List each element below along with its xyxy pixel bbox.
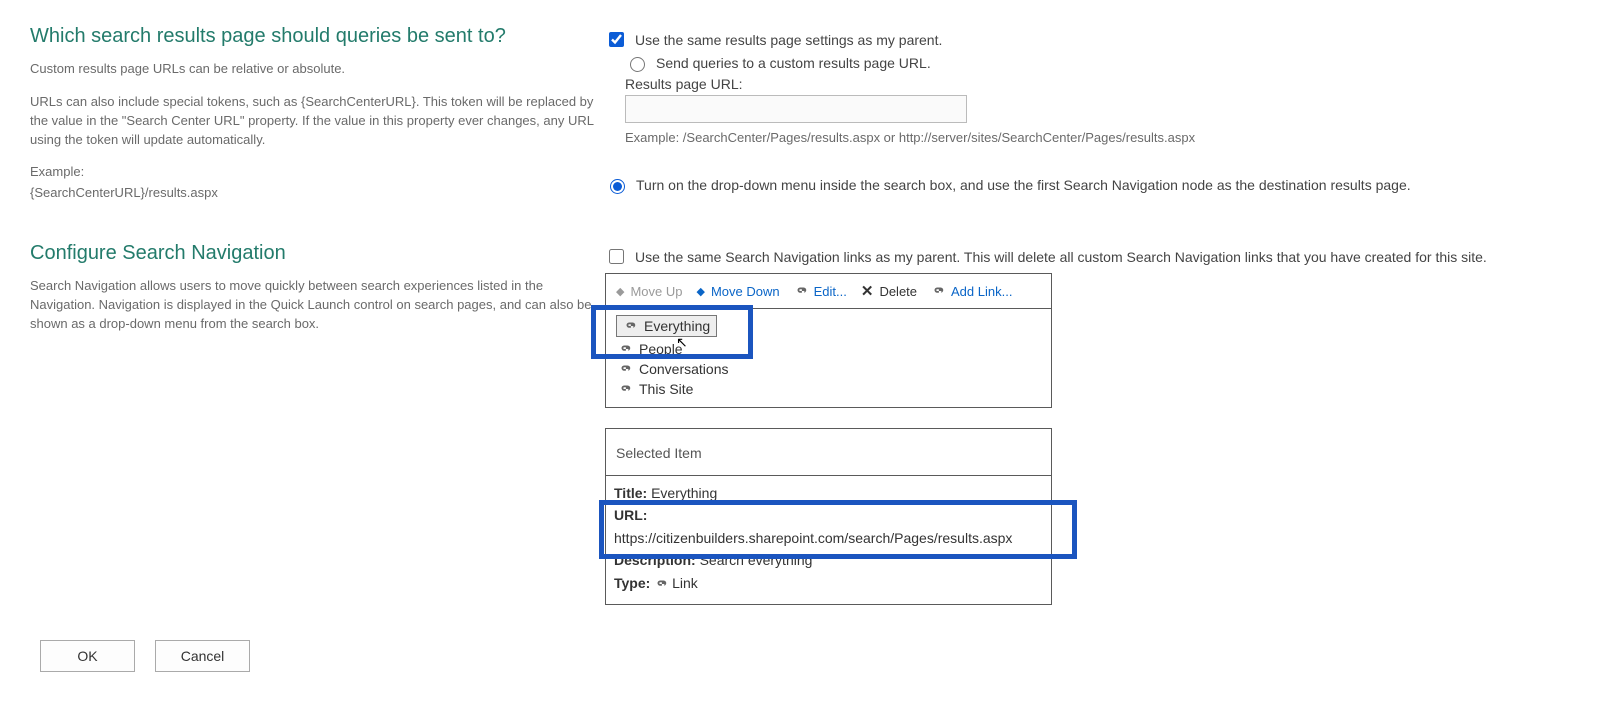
section1-heading: Which search results page should queries… [30,25,605,48]
link-icon [794,284,808,298]
nav-item-conversations[interactable]: Conversations [606,359,1051,379]
nav-editor: ◆ Move Up ◆ Move Down Edit... ✕ Delete [605,273,1052,408]
link-icon [618,382,632,396]
arrow-up-icon: ◆ [616,285,624,298]
selected-title-row: Title: Everything [614,482,1043,504]
help-text: Custom results page URLs can be relative… [30,60,605,79]
add-link-label: Add Link... [951,284,1012,299]
dropdown-label: Turn on the drop-down menu inside the se… [636,177,1411,193]
custom-url-radio[interactable] [630,57,645,72]
nav-item-label: Everything [644,318,710,334]
edit-button[interactable]: Edit... [794,284,847,299]
dropdown-radio[interactable] [610,179,625,194]
nav-item-label: This Site [639,381,693,397]
selected-url-row: URL:https://citizenbuilders.sharepoint.c… [614,504,1043,549]
use-parent-nav-label: Use the same Search Navigation links as … [635,249,1487,265]
move-down-label: Move Down [711,284,780,299]
nav-item-this-site[interactable]: This Site [606,379,1051,399]
delete-button[interactable]: ✕ Delete [861,282,917,300]
link-icon [623,319,637,333]
nav-item-people[interactable]: People [606,339,1051,359]
link-icon [654,577,668,591]
link-icon [618,342,632,356]
move-down-button[interactable]: ◆ Move Down [697,284,780,299]
arrow-down-icon: ◆ [697,285,705,298]
results-url-example: Example: /SearchCenter/Pages/results.asp… [625,129,1570,148]
link-icon [931,284,945,298]
nav-item-label: Conversations [639,361,729,377]
selected-header: Selected Item [606,429,1051,476]
nav-item-everything[interactable]: Everything [616,315,717,337]
custom-url-label: Send queries to a custom results page UR… [656,55,931,71]
delete-label: Delete [879,284,917,299]
results-url-input[interactable] [625,95,967,123]
move-up-label: Move Up [630,284,682,299]
x-icon: ✕ [861,282,874,300]
results-url-label: Results page URL: [625,76,1570,92]
ok-button[interactable]: OK [40,640,135,672]
use-parent-checkbox[interactable] [609,32,624,47]
selected-item-panel: Selected Item Title: Everything URL:http… [605,428,1052,605]
help-example-label: Example: [30,163,605,182]
help-text: URLs can also include special tokens, su… [30,93,605,150]
help-text: Search Navigation allows users to move q… [30,277,605,334]
link-icon [618,362,632,376]
use-parent-label: Use the same results page settings as my… [635,32,942,48]
cancel-button[interactable]: Cancel [155,640,250,672]
edit-label: Edit... [814,284,847,299]
move-up-button[interactable]: ◆ Move Up [616,284,683,299]
selected-desc-row: Description: Search everything [614,549,1043,571]
nav-item-label: People [639,341,683,357]
section2-heading: Configure Search Navigation [30,242,605,265]
use-parent-nav-checkbox[interactable] [609,249,624,264]
help-example: {SearchCenterURL}/results.aspx [30,184,605,203]
add-link-button[interactable]: Add Link... [931,284,1012,299]
selected-type-row: Type: Link [614,572,1043,594]
